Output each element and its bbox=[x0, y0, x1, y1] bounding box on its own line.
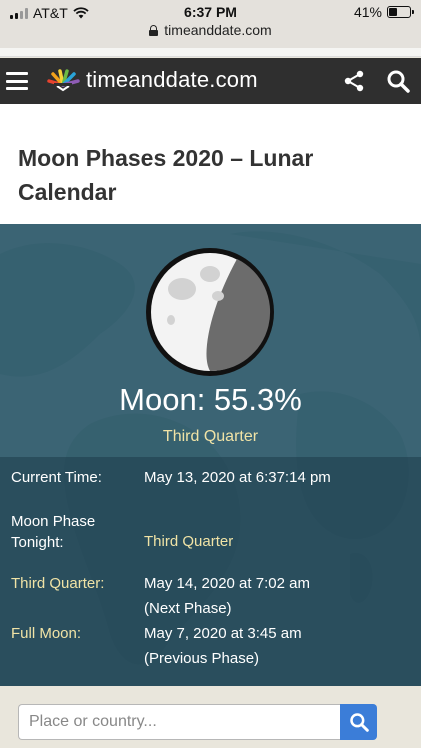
share-icon[interactable] bbox=[342, 69, 366, 93]
moon-phase-graphic bbox=[146, 248, 274, 376]
status-bar: AT&T 6:37 PM 41% timeanddate.com bbox=[0, 0, 421, 48]
page-title: Moon Phases 2020 – Lunar Calendar bbox=[18, 145, 314, 205]
next-phase-note: (Next Phase) bbox=[144, 600, 232, 617]
hamburger-menu-icon[interactable] bbox=[6, 72, 28, 90]
browser-toolbar-edge bbox=[0, 48, 421, 57]
full-moon-label[interactable]: Full Moon: bbox=[11, 623, 141, 644]
search-icon[interactable] bbox=[386, 69, 410, 93]
phase-tonight-label: Moon Phase Tonight: bbox=[11, 513, 96, 551]
site-header: timeanddate.com bbox=[0, 58, 421, 104]
battery-icon bbox=[387, 6, 414, 18]
battery-percent: 41% bbox=[353, 4, 382, 20]
previous-phase-note: (Previous Phase) bbox=[144, 650, 260, 667]
current-time-label: Current Time: bbox=[11, 469, 102, 486]
third-quarter-value: May 14, 2020 at 7:02 am bbox=[144, 575, 310, 592]
moon-info-table: Current Time: May 13, 2020 at 6:37:14 pm… bbox=[0, 457, 421, 686]
battery-group: 41% bbox=[353, 4, 414, 20]
moon-panel: Moon: 55.3% Third Quarter Current Time: … bbox=[0, 224, 421, 686]
moon-phase-link[interactable]: Third Quarter bbox=[0, 428, 421, 446]
current-time-value: May 13, 2020 at 6:37:14 pm bbox=[144, 469, 331, 486]
lock-icon bbox=[149, 24, 159, 36]
full-moon-value: May 7, 2020 at 3:45 am bbox=[144, 625, 302, 642]
phase-tonight-value[interactable]: Third Quarter bbox=[144, 529, 414, 554]
search-section bbox=[0, 686, 421, 748]
title-section: Moon Phases 2020 – Lunar Calendar bbox=[0, 104, 421, 224]
url-text[interactable]: timeanddate.com bbox=[164, 22, 271, 38]
search-button[interactable] bbox=[340, 704, 377, 740]
place-search-input[interactable] bbox=[18, 704, 340, 740]
logo-sunburst-icon bbox=[47, 69, 80, 92]
address-bar[interactable]: timeanddate.com bbox=[0, 22, 421, 38]
moon-illumination: Moon: 55.3% bbox=[119, 382, 302, 417]
search-icon bbox=[349, 713, 369, 732]
third-quarter-label[interactable]: Third Quarter: bbox=[11, 573, 141, 594]
site-logo[interactable]: timeanddate.com bbox=[44, 67, 258, 93]
logo-text: timeanddate.com bbox=[86, 67, 258, 92]
